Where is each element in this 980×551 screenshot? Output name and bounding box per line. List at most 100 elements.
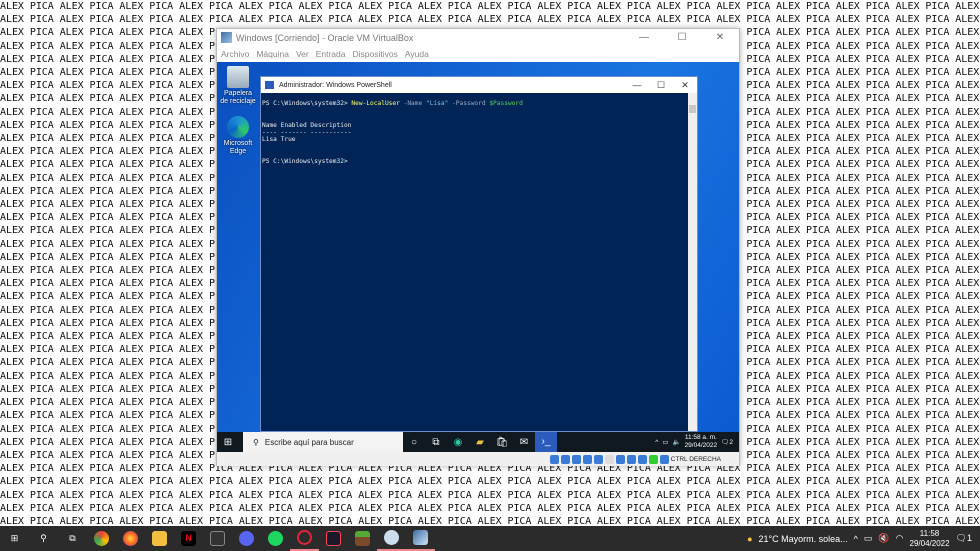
cpu-icon[interactable] <box>637 454 647 464</box>
vm-screen[interactable]: Papelera de reciclaje Microsoft Edge Adm… <box>217 62 739 452</box>
firefox-icon[interactable] <box>116 526 145 551</box>
vm-clock[interactable]: 11:58 a. m. 29/04/2022 <box>685 434 718 450</box>
task-view-icon[interactable]: ⧉ <box>425 437 447 448</box>
notification-icon[interactable]: 🗨1 <box>956 533 972 544</box>
desktop-icon-label: Microsoft Edge <box>223 140 253 155</box>
cortana-icon[interactable]: ○ <box>403 437 425 448</box>
host-system-tray: ● 21°C Mayorm. solea... ^ ▭ 🔇 ◠ 11:58 29/… <box>747 529 980 549</box>
file-explorer-icon[interactable]: ▰ <box>469 437 491 448</box>
desktop-icon-label: Papelera de reciclaje <box>220 90 256 105</box>
network-status-icon[interactable] <box>582 454 592 464</box>
store-icon[interactable]: 🛍 <box>491 437 513 448</box>
edge-taskbar-icon[interactable]: ◉ <box>447 437 469 448</box>
valorant-icon[interactable] <box>319 526 348 551</box>
recycle-bin-icon <box>227 66 249 88</box>
host-taskbar: ⊞ ⚲ ⧉ N ● 21°C Mayorm. solea... ^ ▭ 🔇 ◠ … <box>0 526 980 551</box>
edge-icon <box>227 116 249 138</box>
host-clock[interactable]: 11:58 29/04/2022 <box>910 529 950 549</box>
recording-icon[interactable] <box>626 454 636 464</box>
prompt: PS C:\Windows\system32> <box>262 100 348 107</box>
desktop-icon-recycle-bin[interactable]: Papelera de reciclaje <box>220 66 256 106</box>
menu-archivo[interactable]: Archivo <box>221 49 249 59</box>
notification-icon[interactable]: 🗨2 <box>721 438 733 446</box>
param: -Name <box>403 100 423 107</box>
vbox-menu-bar: Archivo Máquina Ver Entrada Dispositivos… <box>217 46 739 62</box>
powershell-taskbar-icon[interactable]: ›_ <box>535 432 557 452</box>
close-button[interactable]: ✕ <box>701 32 739 43</box>
vm-system-tray: ^ ▭ 🔈 11:58 a. m. 29/04/2022 🗨2 <box>655 434 739 450</box>
minecraft-icon[interactable] <box>348 526 377 551</box>
vm-taskbar: ⊞ ⚲ Escribe aquí para buscar ○ ⧉ ◉ ▰ 🛍 ✉ … <box>217 432 739 452</box>
console-output[interactable]: PS C:\Windows\system32> New-LocalUser -N… <box>261 93 688 431</box>
network-icon[interactable]: ▭ <box>662 438 668 446</box>
minimize-button[interactable]: — <box>625 32 663 43</box>
scroll-thumb[interactable] <box>689 105 696 113</box>
tray-chevron-icon[interactable]: ^ <box>854 534 858 544</box>
search-icon: ⚲ <box>253 437 259 447</box>
vm-search-box[interactable]: ⚲ Escribe aquí para buscar <box>243 432 403 452</box>
shared-folder-icon[interactable] <box>604 454 614 464</box>
vbox-status-bar: CTRL DERECHA <box>217 452 739 466</box>
battery-icon[interactable]: ▭ <box>864 533 873 544</box>
opera-gx-icon[interactable] <box>290 526 319 551</box>
cmdlet: New-LocalUser <box>351 100 400 107</box>
weather-text[interactable]: 21°C Mayorm. solea... <box>759 534 848 544</box>
prompt: PS C:\Windows\system32> <box>262 157 348 165</box>
netflix-icon[interactable]: N <box>174 526 203 551</box>
table-divider: ---- ------- ----------- <box>262 128 352 136</box>
powershell-window: Administrador: Windows PowerShell — ☐ ✕ PS… <box>260 76 698 432</box>
table-header: Name Enabled Description <box>262 121 352 129</box>
wifi-icon[interactable]: ◠ <box>896 533 904 544</box>
maximize-button[interactable]: ☐ <box>663 32 701 43</box>
time: 11:58 <box>919 528 940 538</box>
ps-minimize-button[interactable]: — <box>625 80 649 91</box>
hdd-icon[interactable] <box>549 454 559 464</box>
tray-chevron-icon[interactable]: ^ <box>655 439 658 446</box>
virtualbox-window: Windows [Corriendo] - Oracle VM VirtualB… <box>216 28 740 466</box>
keyboard-icon[interactable] <box>659 454 669 464</box>
ps-maximize-button[interactable]: ☐ <box>649 80 673 91</box>
virtualbox-icon <box>221 32 232 43</box>
usb-icon[interactable] <box>593 454 603 464</box>
optical-icon[interactable] <box>560 454 570 464</box>
spotify-icon[interactable] <box>261 526 290 551</box>
menu-maquina[interactable]: Máquina <box>256 49 289 59</box>
desktop-icon-edge[interactable]: Microsoft Edge <box>220 116 256 156</box>
menu-dispositivos[interactable]: Dispositivos <box>353 49 398 59</box>
host-key-label: CTRL DERECHA <box>670 455 721 463</box>
menu-ayuda[interactable]: Ayuda <box>405 49 429 59</box>
vpn-icon[interactable] <box>377 526 406 551</box>
vbox-title-bar[interactable]: Windows [Corriendo] - Oracle VM VirtualB… <box>217 29 739 46</box>
windows-start-icon[interactable]: ⊞ <box>217 437 239 448</box>
console-scrollbar[interactable] <box>688 93 697 431</box>
value: "Lisa" <box>425 100 449 107</box>
display-icon[interactable] <box>615 454 625 464</box>
powershell-icon <box>265 81 274 89</box>
mouse-icon[interactable] <box>648 454 658 464</box>
param: -Password <box>452 100 486 107</box>
search-button[interactable]: ⚲ <box>29 526 58 551</box>
menu-entrada[interactable]: Entrada <box>316 49 346 59</box>
start-button[interactable]: ⊞ <box>0 526 29 551</box>
powershell-title: Administrador: Windows PowerShell <box>279 81 392 89</box>
epic-games-icon[interactable] <box>203 526 232 551</box>
table-row: Lisa True <box>262 136 296 144</box>
date: 29/04/2022 <box>909 538 950 548</box>
virtualbox-taskbar-icon[interactable] <box>406 526 435 551</box>
discord-icon[interactable] <box>232 526 261 551</box>
volume-icon[interactable]: 🔈 <box>672 438 680 446</box>
mail-icon[interactable]: ✉ <box>513 437 535 448</box>
powershell-title-bar[interactable]: Administrador: Windows PowerShell — ☐ ✕ <box>261 77 697 93</box>
volume-muted-icon[interactable]: 🔇 <box>878 533 889 544</box>
menu-ver[interactable]: Ver <box>296 49 309 59</box>
ps-close-button[interactable]: ✕ <box>673 80 697 91</box>
weather-icon[interactable]: ● <box>747 534 752 544</box>
file-explorer-icon[interactable] <box>145 526 174 551</box>
chrome-icon[interactable] <box>87 526 116 551</box>
vbox-title: Windows [Corriendo] - Oracle VM VirtualB… <box>236 32 414 43</box>
variable: $Password <box>489 100 523 107</box>
time: 11:58 a. m. <box>684 434 717 441</box>
audio-icon[interactable] <box>571 454 581 464</box>
task-view-button[interactable]: ⧉ <box>58 526 87 551</box>
notification-count: 1 <box>966 533 972 543</box>
